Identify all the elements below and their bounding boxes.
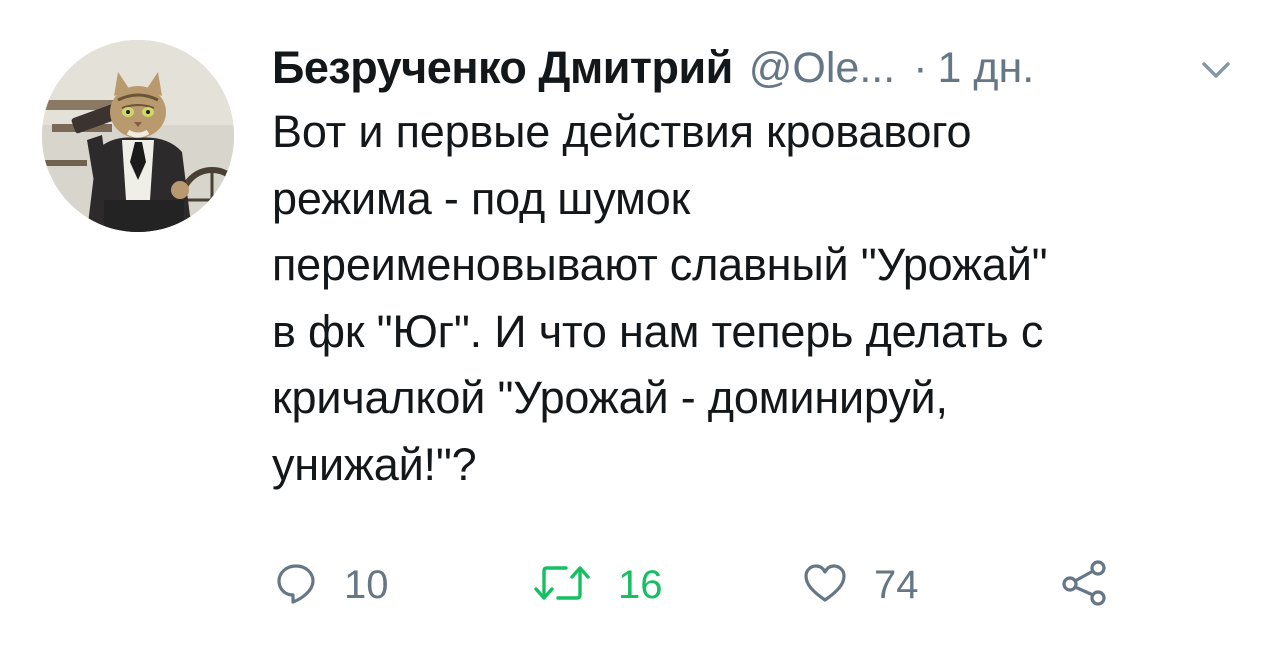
- tweet-header: Безрученко Дмитрий @Ole... · 1 дн.: [272, 38, 1252, 98]
- retweet-button[interactable]: 16: [532, 556, 663, 614]
- chevron-down-icon[interactable]: [1196, 56, 1236, 84]
- reply-button[interactable]: 10: [274, 556, 389, 614]
- author-handle[interactable]: @Ole...: [749, 44, 895, 93]
- author-name[interactable]: Безрученко Дмитрий: [272, 42, 733, 94]
- reply-count: 10: [344, 562, 389, 607]
- cat-avatar-image: [42, 40, 234, 232]
- heart-icon: [802, 562, 848, 609]
- share-button[interactable]: [1060, 556, 1110, 614]
- separator-dot: ·: [913, 43, 928, 92]
- speech-bubble-icon: [274, 561, 318, 610]
- like-button[interactable]: 74: [802, 556, 919, 614]
- retweet-count: 16: [618, 562, 663, 607]
- like-count: 74: [874, 562, 919, 607]
- tweet-timestamp[interactable]: 1 дн.: [938, 44, 1035, 93]
- tweet-actions: 10 16 74: [274, 556, 1174, 614]
- share-nodes-icon: [1060, 558, 1110, 613]
- avatar[interactable]: [42, 40, 234, 232]
- retweet-arrows-icon: [532, 561, 592, 610]
- tweet-text: Вот и первые действия кровавого режима -…: [272, 106, 1048, 490]
